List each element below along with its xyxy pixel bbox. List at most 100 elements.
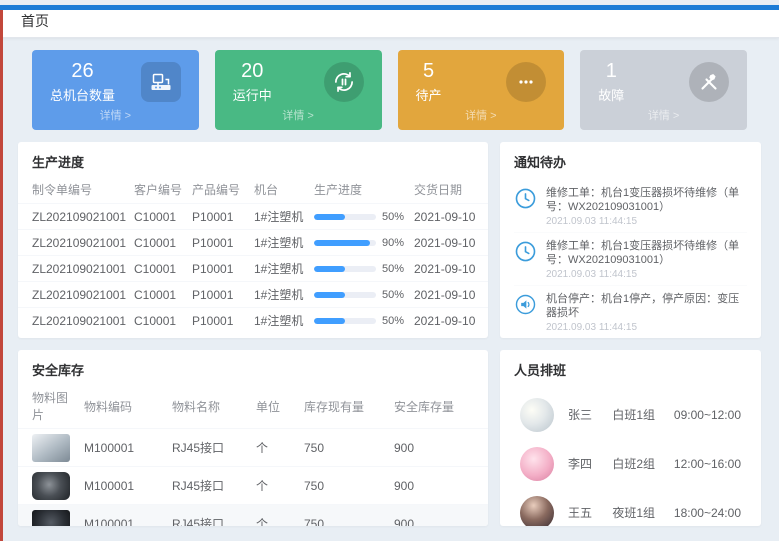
inventory-row: M100001 RJ45接口 个 750 900 — [18, 429, 488, 467]
col-material-image: 物料图片 — [18, 386, 80, 429]
cell-order: ZL202109021001 — [18, 308, 130, 334]
fault-icon — [689, 62, 729, 102]
cell-progress: 50% — [310, 204, 410, 230]
cell-safety-qty: 900 — [390, 467, 488, 505]
speaker-icon — [514, 293, 537, 316]
panel-grid: 生产进度 制令单编号 客户编号 产品编号 机台 生产进度 交货日期 ZL2021 — [18, 142, 761, 526]
card-total-machines[interactable]: 26 总机台数量 详情 > — [32, 50, 199, 130]
col-order-no: 制令单编号 — [18, 178, 130, 204]
schedule-panel: 人员排班 张三 白班1组 09:00~12:00 李四 白班2组 12:00~1… — [500, 350, 761, 526]
notification-item[interactable]: 维修工单：机台1变压器损坏待维修（单号：WX202109031001） 2021… — [514, 180, 747, 232]
cell-unit: 个 — [252, 429, 300, 467]
left-accent-bar — [0, 10, 3, 541]
card-fault-info: 1 故障 — [598, 60, 624, 104]
material-image-round-connector — [32, 472, 70, 500]
production-row: ZL202109021001 C10001 P10001 1#注塑机 50% 2… — [18, 308, 488, 334]
cell-product: P10001 — [188, 256, 250, 282]
fault-label: 故障 — [598, 85, 624, 104]
progress-track — [314, 292, 376, 298]
person-name: 李四 — [568, 455, 598, 472]
cell-progress: 50% — [310, 308, 410, 334]
notification-item[interactable]: 机台停产：机台1停产，停产原因：变压器损坏 2021.09.03 11:44:1… — [514, 285, 747, 338]
running-icon — [324, 62, 364, 102]
notification-text: 维修工单：机台1变压器损坏待维修（单号：WX202109031001） — [546, 239, 747, 267]
col-customer-no: 客户编号 — [130, 178, 188, 204]
cell-date: 2021-09-10 — [410, 230, 488, 256]
progress-percent: 50% — [382, 289, 404, 301]
total-machines-label: 总机台数量 — [50, 85, 115, 104]
running-label: 运行中 — [233, 85, 272, 104]
card-pending-info: 5 待产 — [416, 60, 442, 104]
cell-customer: C10001 — [130, 282, 188, 308]
card-total-machines-body: 26 总机台数量 — [44, 59, 187, 105]
page-title-tab[interactable]: 首页 — [21, 11, 49, 31]
col-material-name: 物料名称 — [168, 386, 252, 429]
cell-safety-qty: 900 — [390, 429, 488, 467]
cell-progress: 50% — [310, 282, 410, 308]
cell-product: P10001 — [188, 230, 250, 256]
cell-customer: C10001 — [130, 204, 188, 230]
card-pending[interactable]: 5 待产 详情 > — [398, 50, 565, 130]
cell-material-code: M100001 — [80, 467, 168, 505]
inventory-row: M100001 RJ45接口 个 750 900 — [18, 467, 488, 505]
person-time: 09:00~12:00 — [674, 408, 741, 422]
material-image-rj45 — [32, 434, 70, 462]
fault-value: 1 — [598, 60, 624, 82]
progress-track — [314, 214, 376, 220]
pending-value: 5 — [416, 60, 442, 82]
person-name: 王五 — [568, 504, 598, 521]
cell-stock-qty: 750 — [300, 467, 390, 505]
cell-order: ZL202109021001 — [18, 282, 130, 308]
clock-icon — [514, 240, 537, 263]
cell-safety-qty: 900 — [390, 505, 488, 527]
cell-customer: C10001 — [130, 230, 188, 256]
total-machines-detail-link[interactable]: 详情 > — [44, 105, 187, 126]
progress-fill — [314, 292, 345, 298]
cell-order: ZL202109021001 — [18, 256, 130, 282]
schedule-panel-title: 人员排班 — [500, 350, 761, 386]
cell-progress: 50% — [310, 256, 410, 282]
cell-machine: 1#注塑机 — [250, 308, 310, 334]
progress-percent: 90% — [382, 237, 404, 249]
inventory-header-row: 物料图片 物料编码 物料名称 单位 库存现有量 安全库存量 — [18, 386, 488, 429]
inventory-panel: 安全库存 物料图片 物料编码 物料名称 单位 库存现有量 安全库存量 — [18, 350, 488, 526]
card-fault[interactable]: 1 故障 详情 > — [580, 50, 747, 130]
notification-body: 机台停产：机台1停产，停产原因：变压器损坏 2021.09.03 11:44:1… — [546, 292, 747, 333]
col-safety-qty: 安全库存量 — [390, 386, 488, 429]
cell-progress: 90% — [310, 230, 410, 256]
cell-unit: 个 — [252, 467, 300, 505]
progress-percent: 50% — [382, 315, 404, 327]
pending-detail-link[interactable]: 详情 > — [410, 105, 553, 126]
notification-time: 2021.09.03 11:44:15 — [546, 269, 747, 280]
notifications-panel: 通知待办 维修工单：机台1变压器损坏待维修（单号：WX202109031001）… — [500, 142, 761, 338]
cell-order: ZL202109021001 — [18, 204, 130, 230]
cell-date: 2021-09-10 — [410, 308, 488, 334]
col-stock-qty: 库存现有量 — [300, 386, 390, 429]
notification-text: 机台停产：机台1停产，停产原因：变压器损坏 — [546, 292, 747, 320]
col-unit: 单位 — [252, 386, 300, 429]
clock-icon — [514, 187, 537, 210]
cell-material-image — [18, 505, 80, 527]
cell-material-name: RJ45接口 — [168, 505, 252, 527]
cell-stock-qty: 750 — [300, 505, 390, 527]
notification-item[interactable]: 维修工单：机台1变压器损坏待维修（单号：WX202109031001） 2021… — [514, 232, 747, 285]
notification-text: 维修工单：机台1变压器损坏待维修（单号：WX202109031001） — [546, 186, 747, 214]
progress-track — [314, 240, 376, 246]
inventory-table: 物料图片 物料编码 物料名称 单位 库存现有量 安全库存量 M100001 RJ… — [18, 386, 488, 526]
avatar — [520, 496, 554, 527]
schedule-row: 王五 夜班1组 18:00~24:00 — [504, 488, 757, 526]
card-total-machines-info: 26 总机台数量 — [50, 60, 115, 104]
machine-icon — [141, 62, 181, 102]
person-shift: 夜班1组 — [612, 504, 660, 521]
card-running[interactable]: 20 运行中 详情 > — [215, 50, 382, 130]
running-detail-link[interactable]: 详情 > — [227, 105, 370, 126]
fault-detail-link[interactable]: 详情 > — [592, 105, 735, 126]
cell-date: 2021-09-10 — [410, 204, 488, 230]
production-row: ZL202109021001 C10001 P10001 1#注塑机 50% 2… — [18, 204, 488, 230]
progress-fill — [314, 240, 370, 246]
cell-customer: C10001 — [130, 256, 188, 282]
production-panel: 生产进度 制令单编号 客户编号 产品编号 机台 生产进度 交货日期 ZL2021 — [18, 142, 488, 338]
production-table: 制令单编号 客户编号 产品编号 机台 生产进度 交货日期 ZL202109021… — [18, 178, 488, 334]
production-panel-title: 生产进度 — [18, 142, 488, 178]
person-shift: 白班2组 — [612, 455, 660, 472]
